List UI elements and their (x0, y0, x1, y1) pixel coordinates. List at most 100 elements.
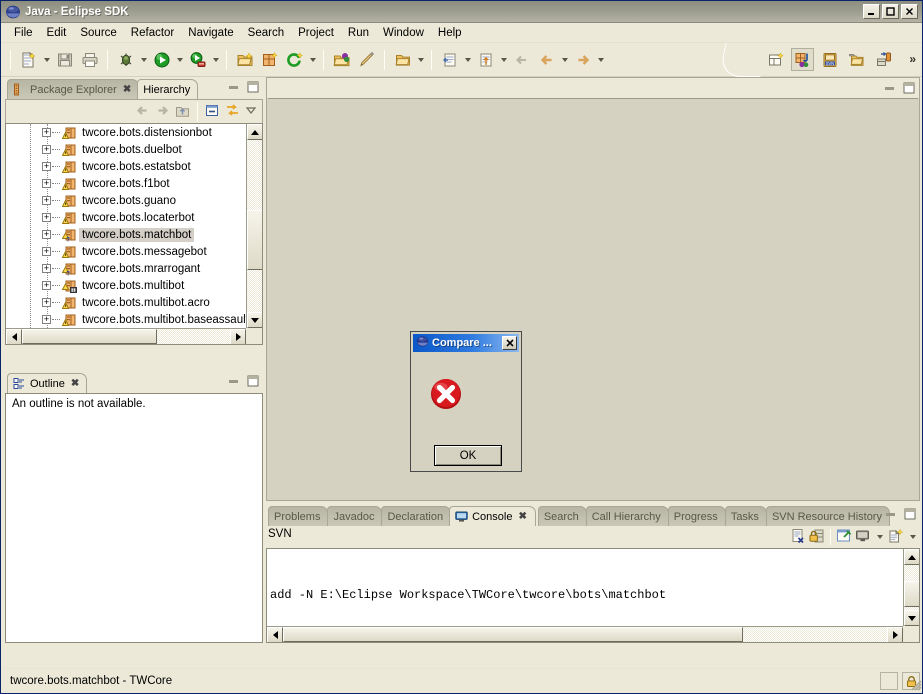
tree-row[interactable]: + twcore.bots.f1bot (6, 175, 246, 192)
maximize-button[interactable] (882, 4, 899, 19)
tab-tasks[interactable]: Tasks (724, 506, 767, 526)
open-perspective-button[interactable] (764, 48, 787, 71)
tree-row[interactable]: + twcore.bots.messagebot (6, 243, 246, 260)
open-task-dropdown[interactable] (415, 49, 426, 71)
open-console-dropdown[interactable] (907, 526, 918, 548)
scroll-thumb[interactable] (904, 581, 919, 607)
console-output[interactable]: add -N E:\Eclipse Workspace\TWCore\twcor… (266, 548, 920, 643)
minimize-view-icon[interactable] (227, 80, 241, 93)
display-selected-console-button[interactable] (855, 528, 871, 547)
perspective-svn-button[interactable]: SVN (818, 48, 841, 71)
open-console-button[interactable] (888, 528, 904, 547)
search-button[interactable] (355, 48, 378, 71)
back-dropdown[interactable] (559, 49, 570, 71)
tab-call-hierarchy[interactable]: Call Hierarchy (585, 506, 669, 526)
package-explorer-tree[interactable]: + twcore.bots.distensionbot + twcore.bot… (5, 123, 263, 345)
new-class-dropdown[interactable] (307, 49, 318, 71)
ok-button[interactable]: OK (434, 445, 502, 466)
perspective-debug-button[interactable] (872, 48, 895, 71)
scroll-up-button[interactable] (904, 549, 919, 565)
back-button[interactable] (535, 48, 558, 71)
forward-navigation-button[interactable] (154, 102, 171, 122)
close-icon[interactable]: ✖ (123, 84, 131, 95)
toolbar-overflow-button[interactable]: » (909, 52, 916, 66)
expand-icon[interactable]: + (42, 128, 51, 137)
go-up-button[interactable] (174, 102, 191, 122)
minimize-view-icon[interactable] (884, 507, 898, 520)
new-class-button[interactable] (283, 48, 306, 71)
tree-row-selected[interactable]: + ? twcore.bots.matchbot (6, 226, 246, 244)
menu-search[interactable]: Search (241, 25, 291, 41)
run-dropdown[interactable] (174, 49, 185, 71)
tab-javadoc[interactable]: Javadoc (327, 506, 383, 526)
view-menu-button[interactable] (244, 103, 258, 120)
scroll-up-button[interactable] (247, 124, 262, 140)
menu-refactor[interactable]: Refactor (124, 25, 181, 41)
menu-project[interactable]: Project (291, 25, 341, 41)
console-horizontal-scrollbar[interactable] (267, 626, 903, 642)
scroll-left-button[interactable] (6, 329, 22, 344)
scroll-right-button[interactable] (230, 329, 246, 344)
menu-edit[interactable]: Edit (40, 25, 74, 41)
tab-hierarchy[interactable]: Hierarchy (137, 79, 199, 99)
pin-console-button[interactable] (836, 528, 852, 547)
tree-row[interactable]: + twcore.bots.duelbot (6, 141, 246, 158)
menu-navigate[interactable]: Navigate (181, 25, 240, 41)
tab-progress[interactable]: Progress (667, 506, 726, 526)
tree-row[interactable]: + twcore.bots.multibot.acro (6, 294, 246, 311)
expand-icon[interactable]: + (42, 145, 51, 154)
previous-annotation-dropdown[interactable] (498, 49, 509, 71)
open-type-button[interactable] (330, 48, 353, 71)
display-console-dropdown[interactable] (874, 526, 885, 548)
debug-button[interactable] (114, 48, 137, 71)
expand-icon[interactable]: + (42, 315, 51, 324)
close-icon[interactable]: ✖ (71, 378, 79, 389)
minimize-view-icon[interactable] (883, 81, 897, 94)
last-edit-location-button[interactable] (510, 48, 533, 71)
back-navigation-button[interactable] (134, 102, 151, 122)
scroll-thumb[interactable] (283, 627, 743, 642)
new-wizard-button[interactable] (17, 48, 40, 71)
scroll-lock-button[interactable] (809, 528, 825, 547)
tree-row[interactable]: + twcore.bots.estatsbot (6, 158, 246, 175)
external-tools-button[interactable] (186, 48, 209, 71)
tree-row[interactable]: + twcore.bots.multibot.baseassault (6, 311, 246, 328)
close-icon[interactable]: ✖ (518, 511, 526, 522)
expand-icon[interactable]: + (42, 196, 51, 205)
tab-problems[interactable]: Problems (268, 506, 329, 526)
forward-dropdown[interactable] (595, 49, 606, 71)
tab-package-explorer[interactable]: Package Explorer ✖ (7, 79, 140, 99)
debug-dropdown[interactable] (138, 49, 149, 71)
dialog-close-button[interactable] (502, 336, 517, 350)
external-tools-dropdown[interactable] (210, 49, 221, 71)
expand-icon[interactable]: + (42, 247, 51, 256)
minimize-view-icon[interactable] (227, 374, 241, 387)
scroll-thumb[interactable] (22, 329, 157, 344)
tree-row[interactable]: + twcore.bots.multibot (6, 277, 246, 294)
tree-horizontal-scrollbar[interactable] (6, 328, 246, 344)
forward-button[interactable] (571, 48, 594, 71)
expand-icon[interactable]: + (42, 298, 51, 307)
scroll-down-button[interactable] (247, 312, 262, 328)
expand-icon[interactable]: + (42, 264, 51, 273)
expand-icon[interactable]: + (42, 213, 51, 222)
maximize-view-icon[interactable] (902, 81, 916, 94)
new-package-button[interactable] (258, 48, 281, 71)
tree-row[interactable]: + twcore.bots.guano (6, 192, 246, 209)
tree-row[interactable]: + twcore.bots.locaterbot (6, 209, 246, 226)
perspective-java-button[interactable] (791, 48, 814, 71)
previous-annotation-button[interactable] (474, 48, 497, 71)
maximize-view-icon[interactable] (246, 374, 260, 387)
tab-console[interactable]: Console ✖ (449, 506, 536, 526)
maximize-view-icon[interactable] (246, 80, 260, 93)
print-button[interactable] (78, 48, 101, 71)
scroll-left-button[interactable] (267, 627, 283, 642)
expand-icon[interactable]: + (42, 162, 51, 171)
run-button[interactable] (150, 48, 173, 71)
minimize-button[interactable] (863, 4, 880, 19)
tree-row[interactable]: + twcore.bots.distensionbot (6, 124, 246, 141)
save-button[interactable] (53, 48, 76, 71)
open-task-button[interactable] (391, 48, 414, 71)
tree-vertical-scrollbar[interactable] (246, 124, 262, 328)
menu-run[interactable]: Run (341, 25, 376, 41)
